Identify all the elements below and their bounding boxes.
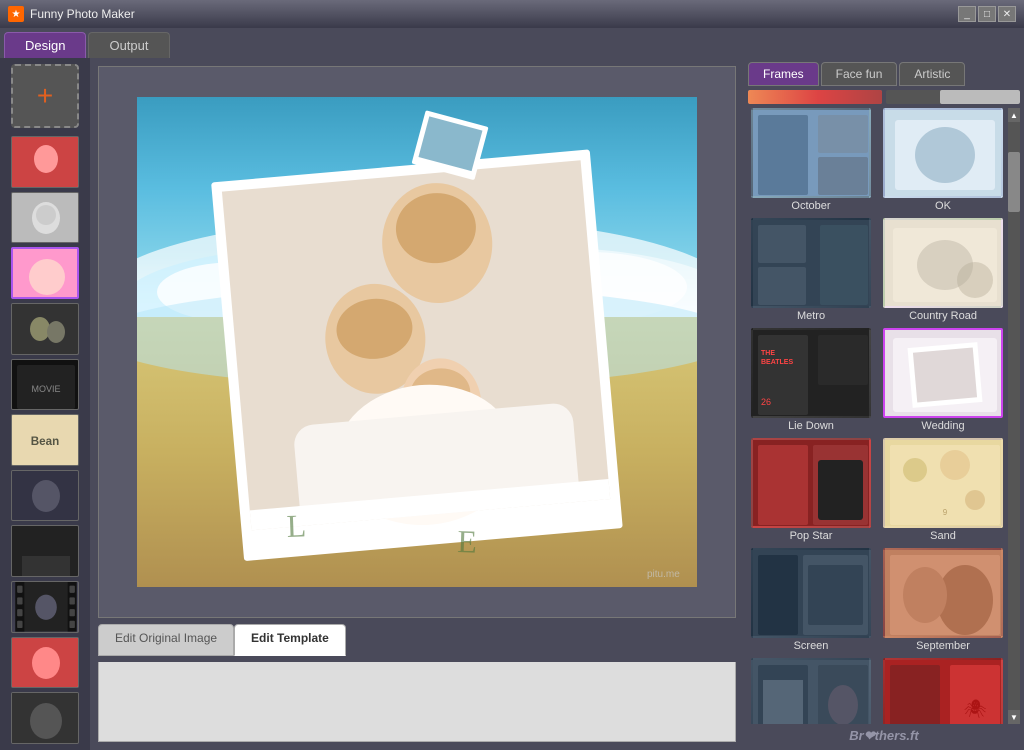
bottom-tabs: Edit Original Image Edit Template — [98, 624, 736, 656]
template-label-october: October — [791, 200, 830, 212]
template-thumb-screen[interactable] — [751, 548, 871, 638]
template-thumb-spiderman[interactable]: 🕷 — [883, 658, 1003, 724]
content-area: + MOVIE Bean — [0, 58, 1024, 750]
svg-text:BEATLES: BEATLES — [761, 359, 793, 366]
template-thumb-september[interactable] — [883, 548, 1003, 638]
sidebar-item-5[interactable]: MOVIE — [11, 359, 79, 411]
scroll-track[interactable] — [1008, 122, 1020, 710]
svg-text:🕷: 🕷 — [964, 699, 987, 719]
scroll-up-arrow[interactable]: ▲ — [1008, 108, 1020, 122]
template-item-sand: 9 Sand — [880, 438, 1006, 542]
template-label-pop-star: Pop Star — [790, 530, 833, 542]
vertical-scrollbar[interactable]: ▲ ▼ — [1008, 108, 1020, 724]
svg-text:E: E — [457, 523, 478, 560]
template-thumb-metro[interactable] — [751, 218, 871, 308]
tab-edit-template[interactable]: Edit Template — [234, 624, 346, 656]
main-tabs: Design Output — [0, 28, 1024, 58]
sidebar-item-9[interactable] — [11, 581, 79, 633]
right-panel: Frames Face fun Artistic — [744, 58, 1024, 750]
tab-output[interactable]: Output — [88, 32, 169, 58]
svg-text:THE: THE — [761, 350, 775, 357]
rtab-artistic[interactable]: Artistic — [899, 62, 965, 86]
template-thumb-wedding[interactable] — [883, 328, 1003, 418]
template-thumb-country[interactable] — [883, 218, 1003, 308]
sidebar-item-10[interactable] — [11, 637, 79, 689]
sidebar-item-1[interactable] — [11, 136, 79, 188]
sidebar: + MOVIE Bean — [0, 58, 90, 750]
template-thumb-october[interactable] — [751, 108, 871, 198]
sidebar-item-7[interactable] — [11, 470, 79, 522]
sidebar-item-4[interactable] — [11, 303, 79, 355]
svg-text:Bean: Bean — [31, 434, 59, 447]
hscroll-bar-2[interactable] — [886, 90, 1020, 104]
template-item-pop-star: Pop Star — [748, 438, 874, 542]
template-item-screen: Screen — [748, 548, 874, 652]
svg-text:pitu.me: pitu.me — [647, 569, 680, 580]
watermark-area: Br❤thers.ft — [748, 724, 1020, 746]
sidebar-item-8[interactable] — [11, 525, 79, 577]
titlebar: ★ Funny Photo Maker _ □ ✕ — [0, 0, 1024, 28]
template-label-lie-down: Lie Down — [788, 420, 834, 432]
template-item-lie-down: THE BEATLES 26 Lie Down — [748, 328, 874, 432]
template-item-spider-man: 🕷 Spider Man — [880, 658, 1006, 724]
app-icon: ★ — [8, 6, 24, 22]
add-photo-button[interactable]: + — [11, 64, 79, 128]
close-button[interactable]: ✕ — [998, 6, 1016, 22]
template-label-september: September — [916, 640, 970, 652]
template-label-metro: Metro — [797, 310, 825, 322]
minimize-button[interactable]: _ — [958, 6, 976, 22]
watermark-text: Br❤thers.ft — [849, 728, 918, 743]
template-thumb-sand[interactable]: 9 — [883, 438, 1003, 528]
template-label-sand: Sand — [930, 530, 956, 542]
template-thumb-popstar[interactable] — [751, 438, 871, 528]
template-item-metro: Metro — [748, 218, 874, 322]
template-grid: October OK Metro — [748, 108, 1008, 724]
app-container: Design Output + MOVIE — [0, 28, 1024, 750]
svg-text:MOVIE: MOVIE — [31, 384, 60, 394]
hscroll-bar-1[interactable] — [748, 90, 882, 104]
titlebar-left: ★ Funny Photo Maker — [8, 6, 135, 22]
template-label-country-road: Country Road — [909, 310, 977, 322]
scroll-down-arrow[interactable]: ▼ — [1008, 710, 1020, 724]
main-area: L E pitu.me Edit Original Image Edit Tem… — [90, 58, 744, 750]
template-label-wedding: Wedding — [921, 420, 964, 432]
right-panel-tabs: Frames Face fun Artistic — [748, 62, 1020, 86]
bottom-content-area — [98, 662, 736, 742]
tab-design[interactable]: Design — [4, 32, 86, 58]
app-title: Funny Photo Maker — [30, 7, 135, 21]
template-item-wedding: Wedding — [880, 328, 1006, 432]
template-thumb-liedown[interactable]: THE BEATLES 26 — [751, 328, 871, 418]
rtab-frames[interactable]: Frames — [748, 62, 819, 86]
template-label-ok: OK — [935, 200, 951, 212]
titlebar-controls: _ □ ✕ — [958, 6, 1016, 22]
template-thumb-ok[interactable] — [883, 108, 1003, 198]
canvas-beach-scene: L E pitu.me — [137, 97, 697, 587]
sidebar-item-3[interactable] — [11, 247, 79, 299]
svg-text:26: 26 — [761, 397, 771, 407]
template-thumb-shop[interactable] — [751, 658, 871, 724]
canvas-container: L E pitu.me — [98, 66, 736, 618]
rtab-facefun[interactable]: Face fun — [821, 62, 898, 86]
scroll-knob[interactable] — [1008, 152, 1020, 212]
template-item-september: September — [880, 548, 1006, 652]
svg-text:L: L — [286, 507, 307, 544]
template-label-screen: Screen — [794, 640, 829, 652]
tab-edit-original[interactable]: Edit Original Image — [98, 624, 234, 656]
restore-button[interactable]: □ — [978, 6, 996, 22]
sidebar-item-2[interactable] — [11, 192, 79, 244]
svg-text:9: 9 — [943, 508, 948, 517]
template-item-country-road: Country Road — [880, 218, 1006, 322]
template-item-ok: OK — [880, 108, 1006, 212]
template-item-october: October — [748, 108, 874, 212]
sidebar-item-11[interactable] — [11, 692, 79, 744]
sidebar-item-6[interactable]: Bean — [11, 414, 79, 466]
template-item-shop: Shop — [748, 658, 874, 724]
